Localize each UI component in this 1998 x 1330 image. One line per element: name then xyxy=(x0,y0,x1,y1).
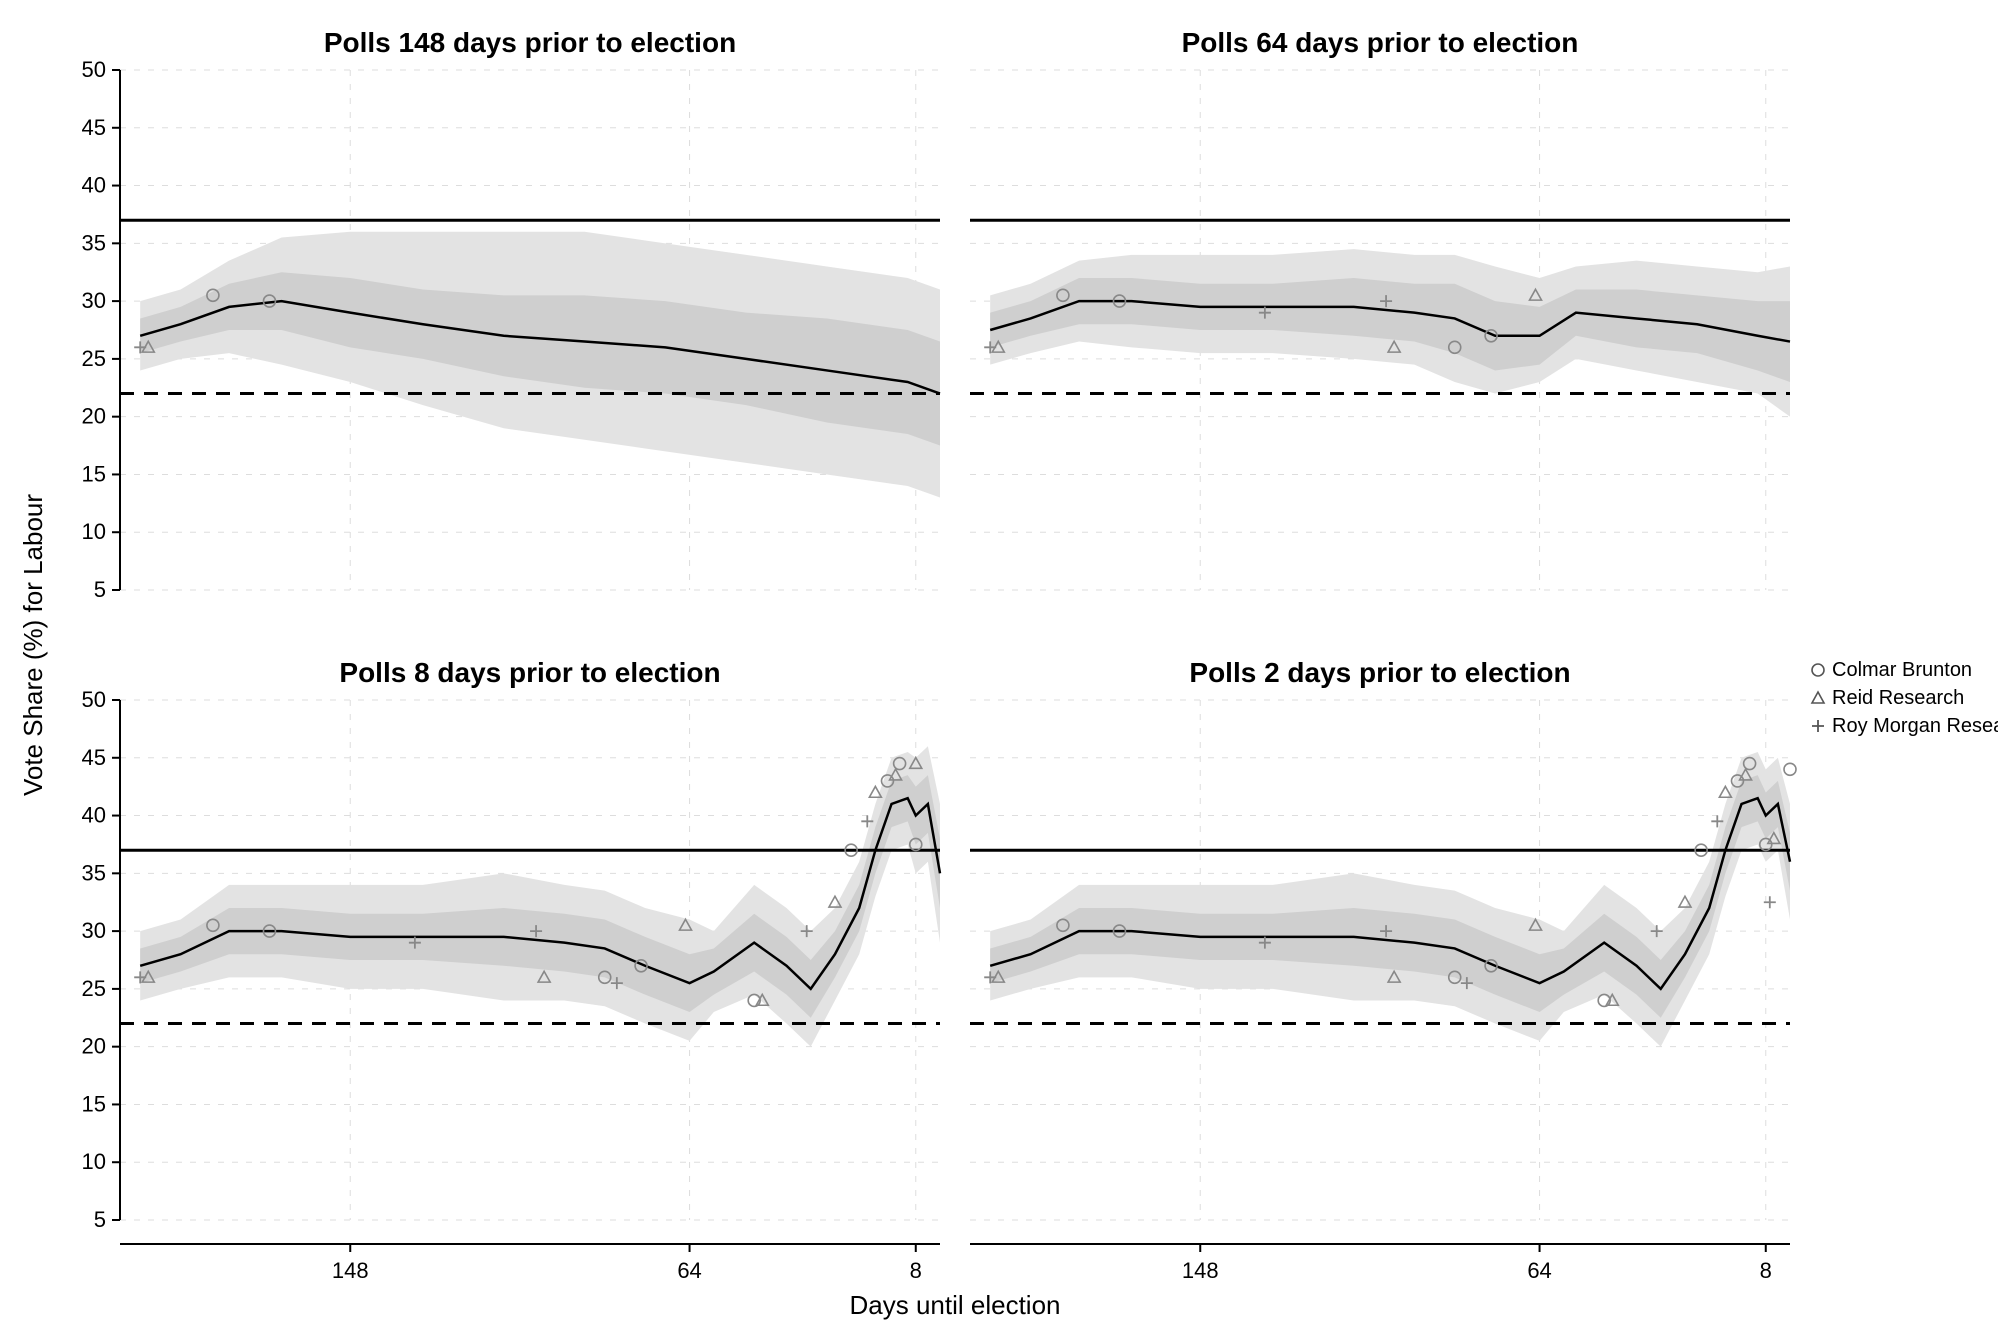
svg-text:30: 30 xyxy=(82,288,106,313)
svg-text:15: 15 xyxy=(82,1091,106,1116)
svg-text:45: 45 xyxy=(82,745,106,770)
svg-text:5: 5 xyxy=(94,1207,106,1232)
svg-text:Polls 8 days prior to election: Polls 8 days prior to election xyxy=(339,657,720,688)
svg-text:Polls 64 days prior to electio: Polls 64 days prior to election xyxy=(1182,27,1579,58)
svg-text:Reid Research: Reid Research xyxy=(1832,687,1964,709)
svg-text:Roy Morgan Research: Roy Morgan Research xyxy=(1832,715,1998,737)
svg-text:10: 10 xyxy=(82,1149,106,1174)
svg-text:15: 15 xyxy=(82,461,106,486)
svg-text:40: 40 xyxy=(82,803,106,828)
svg-text:Polls 2 days prior to election: Polls 2 days prior to election xyxy=(1189,657,1570,688)
svg-text:Days until election: Days until election xyxy=(850,1290,1061,1320)
svg-text:50: 50 xyxy=(82,57,106,82)
svg-text:64: 64 xyxy=(677,1258,701,1283)
svg-text:Colmar Brunton: Colmar Brunton xyxy=(1832,659,1972,681)
svg-text:64: 64 xyxy=(1527,1258,1551,1283)
svg-text:25: 25 xyxy=(82,346,106,371)
svg-text:Polls 148 days prior to electi: Polls 148 days prior to election xyxy=(324,27,736,58)
svg-text:8: 8 xyxy=(1760,1258,1772,1283)
svg-text:35: 35 xyxy=(82,230,106,255)
svg-text:10: 10 xyxy=(82,519,106,544)
svg-text:35: 35 xyxy=(82,860,106,885)
poll-forecast-small-multiples: 5 10 15 20 25 30 35 40 45 50 Polls 148 days prior … xyxy=(0,0,1998,1330)
svg-text:5: 5 xyxy=(94,577,106,602)
svg-text:8: 8 xyxy=(910,1258,922,1283)
svg-text:50: 50 xyxy=(82,687,106,712)
svg-text:Vote Share (%) for Labour: Vote Share (%) for Labour xyxy=(18,494,48,796)
svg-text:45: 45 xyxy=(82,115,106,140)
svg-text:25: 25 xyxy=(82,976,106,1001)
svg-text:20: 20 xyxy=(82,404,106,429)
svg-text:20: 20 xyxy=(82,1034,106,1059)
svg-text:30: 30 xyxy=(82,918,106,943)
svg-text:148: 148 xyxy=(332,1258,369,1283)
svg-text:40: 40 xyxy=(82,173,106,198)
svg-text:148: 148 xyxy=(1182,1258,1219,1283)
